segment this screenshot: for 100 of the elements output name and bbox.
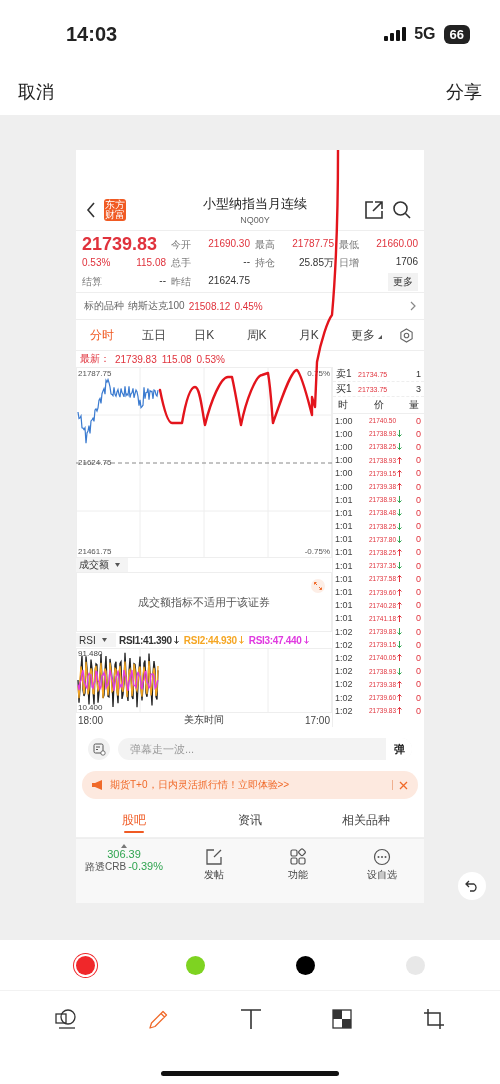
- tick-volume: 0: [416, 587, 421, 598]
- column-header: 价: [373, 398, 384, 412]
- latest-change: 115.08: [161, 353, 192, 365]
- tick-volume: 0: [416, 560, 421, 571]
- quote-value: --: [243, 255, 250, 269]
- tick-time: 1:00: [335, 481, 354, 492]
- chart-tab[interactable]: 周K: [242, 320, 295, 350]
- pencil-tool-icon[interactable]: [147, 1008, 170, 1030]
- quote-value: 21660.00: [376, 237, 418, 251]
- tick-volume: 0: [416, 415, 421, 426]
- tick-volume: 0: [416, 626, 421, 637]
- tick-time: 1:00: [335, 468, 354, 479]
- search-icon[interactable]: [392, 200, 412, 220]
- caret-icon: [377, 334, 382, 339]
- instrument-title: 小型纳指当月连续: [203, 195, 307, 213]
- tick-time: 1:02: [335, 652, 354, 663]
- tick-volume: 0: [416, 494, 421, 505]
- indicator-dropdown[interactable]: RSI: [76, 633, 116, 648]
- axis-label: -0.75%: [304, 547, 330, 556]
- network-label: 5G: [414, 25, 436, 43]
- timezone-label: 美东时间: [184, 713, 224, 727]
- change-amount: 115.08: [136, 257, 166, 268]
- tick-time: 1:01: [335, 534, 354, 545]
- rsi-value: RSI1:41.390: [119, 634, 172, 646]
- axis-label: 21461.75: [78, 547, 112, 556]
- footer-action[interactable]: 发帖: [172, 844, 256, 882]
- indicator-dropdown[interactable]: 成交额: [76, 558, 128, 572]
- underlying-change: 0.45%: [234, 300, 263, 312]
- color-swatch[interactable]: [75, 955, 95, 975]
- time-label: 17:00: [304, 714, 330, 726]
- shapes-tool-icon[interactable]: [55, 1008, 78, 1030]
- settings-icon[interactable]: [399, 327, 415, 343]
- battery-indicator: 66: [443, 24, 470, 44]
- chart-tab[interactable]: 日K: [190, 320, 243, 350]
- axis-label: 21787.75: [78, 369, 112, 378]
- tick-time: 1:01: [335, 600, 354, 611]
- quote-value: 21624.75: [208, 274, 250, 288]
- tick-volume: 0: [416, 652, 421, 663]
- close-icon[interactable]: [399, 780, 408, 790]
- tick-volume: 0: [416, 547, 421, 558]
- footer-action[interactable]: 功能: [256, 844, 340, 882]
- tick-time: 1:01: [335, 547, 354, 558]
- tick-volume: 0: [416, 455, 421, 466]
- tick-time: 1:01: [335, 613, 354, 624]
- undo-icon: [465, 880, 479, 892]
- tick-time: 1:00: [335, 428, 354, 439]
- danmu-input[interactable]: 弹幕走一波... 弹: [118, 738, 412, 760]
- tick-time: 1:01: [335, 587, 354, 598]
- crop-tool-icon[interactable]: [422, 1008, 445, 1030]
- danmu-icon[interactable]: [88, 738, 110, 760]
- tick-volume: 0: [416, 441, 421, 452]
- more-button[interactable]: 更多: [388, 272, 418, 291]
- last-price: 21739.83: [82, 234, 159, 255]
- cancel-button[interactable]: 取消: [18, 79, 54, 104]
- back-icon[interactable]: [86, 202, 96, 218]
- chevron-right-icon[interactable]: [410, 301, 416, 311]
- color-swatch[interactable]: [185, 955, 205, 975]
- undo-button[interactable]: [458, 872, 486, 900]
- quote-value: 25.85万: [298, 255, 334, 270]
- tick-time: 1:02: [335, 692, 354, 703]
- tick-volume: 0: [416, 692, 421, 703]
- tick-time: 1:01: [335, 521, 354, 532]
- footer-action[interactable]: 设自选: [340, 844, 424, 882]
- quote-label: 总手: [171, 255, 191, 270]
- chart-tab[interactable]: 分时: [86, 320, 139, 350]
- tick-volume: 0: [416, 705, 421, 716]
- quote-label: 今开: [171, 237, 191, 252]
- share-button[interactable]: 分享: [446, 79, 482, 104]
- section-tab[interactable]: 资讯: [192, 803, 308, 837]
- latest-percent: 0.53%: [196, 353, 225, 365]
- order-side: 买1: [336, 382, 353, 396]
- section-tab[interactable]: 相关品种: [308, 803, 424, 837]
- latest-price: 21739.83: [115, 353, 157, 365]
- tick-volume: 0: [416, 600, 421, 611]
- text-tool-icon[interactable]: [239, 1008, 262, 1030]
- chart-tab[interactable]: 月K: [294, 320, 347, 350]
- section-tab[interactable]: 股吧: [76, 803, 192, 837]
- danmu-send-button[interactable]: 弹: [386, 738, 412, 760]
- instrument-code: NQ00Y: [240, 215, 270, 225]
- more-icon: [373, 848, 391, 866]
- mosaic-tool-icon[interactable]: [332, 1009, 353, 1029]
- grid-icon: [289, 848, 307, 866]
- share-icon[interactable]: [364, 200, 384, 220]
- tick-time: 1:02: [335, 626, 354, 637]
- promo-text: 期货T+0，日内灵活抓行情！立即体验>>: [110, 778, 291, 792]
- tick-time: 1:00: [335, 455, 354, 466]
- chart-tab[interactable]: 更多: [346, 320, 400, 350]
- color-swatch[interactable]: [295, 955, 315, 975]
- change-percent: 0.53%: [82, 257, 111, 268]
- rsi-value: RSI3:47.440: [248, 634, 302, 646]
- axis-label: 91.480: [78, 649, 103, 658]
- time-label: 18:00: [78, 714, 104, 726]
- axis-label: 10.400: [78, 703, 103, 712]
- order-quantity: 1: [416, 369, 421, 379]
- tick-volume: 0: [416, 507, 421, 518]
- expand-icon[interactable]: [311, 579, 325, 593]
- tick-volume: 0: [416, 521, 421, 532]
- latest-label: 最新：: [80, 352, 110, 366]
- tick-volume: 0: [416, 534, 421, 545]
- chart-tab[interactable]: 五日: [138, 320, 191, 350]
